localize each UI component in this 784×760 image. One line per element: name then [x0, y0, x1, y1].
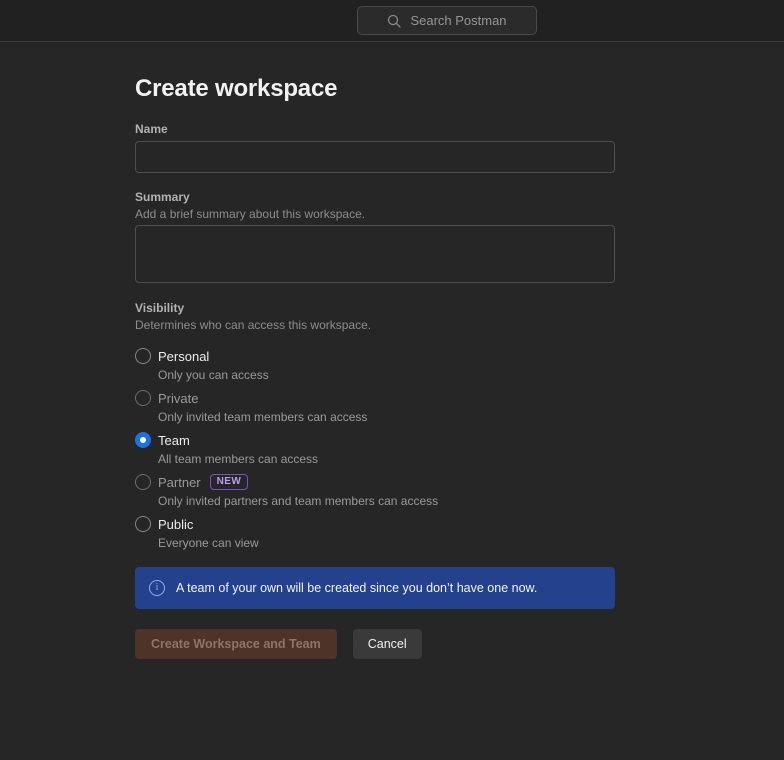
visibility-option-personal: Personal Only you can access — [135, 347, 615, 383]
option-label: Partner — [158, 475, 201, 490]
option-label: Private — [158, 391, 198, 406]
new-badge: NEW — [210, 474, 249, 490]
page-title: Create workspace — [135, 77, 615, 101]
top-bar: Search Postman — [0, 0, 784, 42]
create-workspace-form: Create workspace Name Summary Add a brie… — [0, 77, 615, 659]
visibility-option-team: Team All team members can access — [135, 431, 615, 467]
option-description: Only invited team members can access — [158, 409, 615, 425]
option-description: Only invited partners and team members c… — [158, 493, 615, 509]
search-input[interactable]: Search Postman — [357, 6, 537, 35]
radio-team[interactable] — [135, 432, 151, 448]
visibility-options: Personal Only you can access Private Onl… — [135, 347, 615, 551]
info-banner: i A team of your own will be created sin… — [135, 567, 615, 609]
option-description: All team members can access — [158, 451, 615, 467]
visibility-option-partner: Partner NEW Only invited partners and te… — [135, 473, 615, 509]
radio-public[interactable] — [135, 516, 151, 532]
info-banner-text: A team of your own will be created since… — [176, 581, 537, 595]
visibility-help: Determines who can access this workspace… — [135, 317, 615, 333]
radio-partner[interactable] — [135, 474, 151, 490]
name-input[interactable] — [135, 141, 615, 173]
form-actions: Create Workspace and Team Cancel — [135, 629, 615, 659]
search-icon — [387, 14, 401, 28]
summary-input[interactable] — [135, 225, 615, 283]
visibility-option-private: Private Only invited team members can ac… — [135, 389, 615, 425]
option-description: Only you can access — [158, 367, 615, 383]
option-description: Everyone can view — [158, 535, 615, 551]
visibility-option-public: Public Everyone can view — [135, 515, 615, 551]
name-label: Name — [135, 121, 615, 137]
info-icon: i — [149, 580, 165, 596]
radio-private[interactable] — [135, 390, 151, 406]
option-label: Personal — [158, 349, 209, 364]
option-label: Team — [158, 433, 190, 448]
option-label: Public — [158, 517, 193, 532]
create-workspace-and-team-button[interactable]: Create Workspace and Team — [135, 629, 337, 659]
cancel-button[interactable]: Cancel — [353, 629, 422, 659]
search-placeholder: Search Postman — [410, 13, 506, 28]
radio-personal[interactable] — [135, 348, 151, 364]
summary-label: Summary — [135, 189, 615, 205]
summary-help: Add a brief summary about this workspace… — [135, 206, 615, 222]
visibility-label: Visibility — [135, 300, 615, 316]
